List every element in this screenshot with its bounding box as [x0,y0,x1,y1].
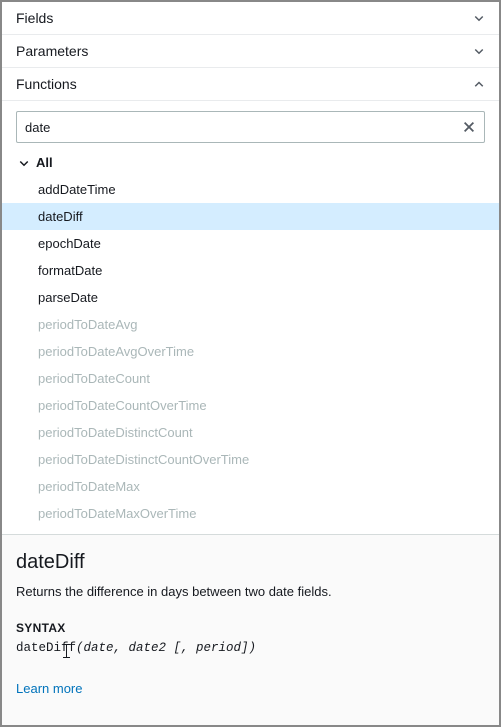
search-input[interactable] [25,120,454,135]
search-box [16,111,485,143]
syntax-function-name: dateDiff [16,641,76,655]
detail-title: dateDiff [16,551,485,574]
fields-section-header[interactable]: Fields [2,2,499,35]
function-item[interactable]: formatDate [2,257,499,284]
functions-section-header[interactable]: Functions [2,68,499,101]
function-item: periodToDateAvg [2,311,499,338]
function-item: periodToDateCountOverTime [2,392,499,419]
function-item[interactable]: addDateTime [2,176,499,203]
parameters-title: Parameters [16,43,88,59]
all-filter-label: All [36,155,53,170]
function-item: periodToDateDistinctCount [2,419,499,446]
clear-search-button[interactable] [460,118,478,136]
syntax-arguments: (date, date2 [, period]) [76,641,256,655]
function-list[interactable]: addDateTimedateDiffepochDateformatDatepa… [2,176,499,534]
function-item: periodToDateCount [2,365,499,392]
function-item[interactable]: parseDate [2,284,499,311]
syntax-expression: dateDiff(date, date2 [, period]) [16,641,485,655]
function-item[interactable]: dateDiff [2,203,499,230]
all-filter-row[interactable]: All [2,151,499,176]
fields-title: Fields [16,10,53,26]
chevron-up-icon [473,78,485,90]
function-item: periodToDateMaxOverTime [2,500,499,527]
chevron-down-icon [473,45,485,57]
close-icon [462,120,476,134]
function-item: periodToDateAvgOverTime [2,338,499,365]
function-item: periodToDateDistinctCountOverTime [2,446,499,473]
function-list-wrapper: addDateTimedateDiffepochDateformatDatepa… [2,176,499,534]
chevron-down-icon [473,12,485,24]
function-detail-panel: dateDiff Returns the difference in days … [2,534,499,725]
chevron-down-icon [18,157,30,169]
search-row [2,101,499,151]
syntax-label: SYNTAX [16,621,485,635]
detail-description: Returns the difference in days between t… [16,584,485,599]
function-item: periodToDateMedian [2,527,499,534]
function-item[interactable]: epochDate [2,230,499,257]
function-item: periodToDateMax [2,473,499,500]
functions-title: Functions [16,76,77,92]
learn-more-link[interactable]: Learn more [16,681,82,696]
parameters-section-header[interactable]: Parameters [2,35,499,68]
